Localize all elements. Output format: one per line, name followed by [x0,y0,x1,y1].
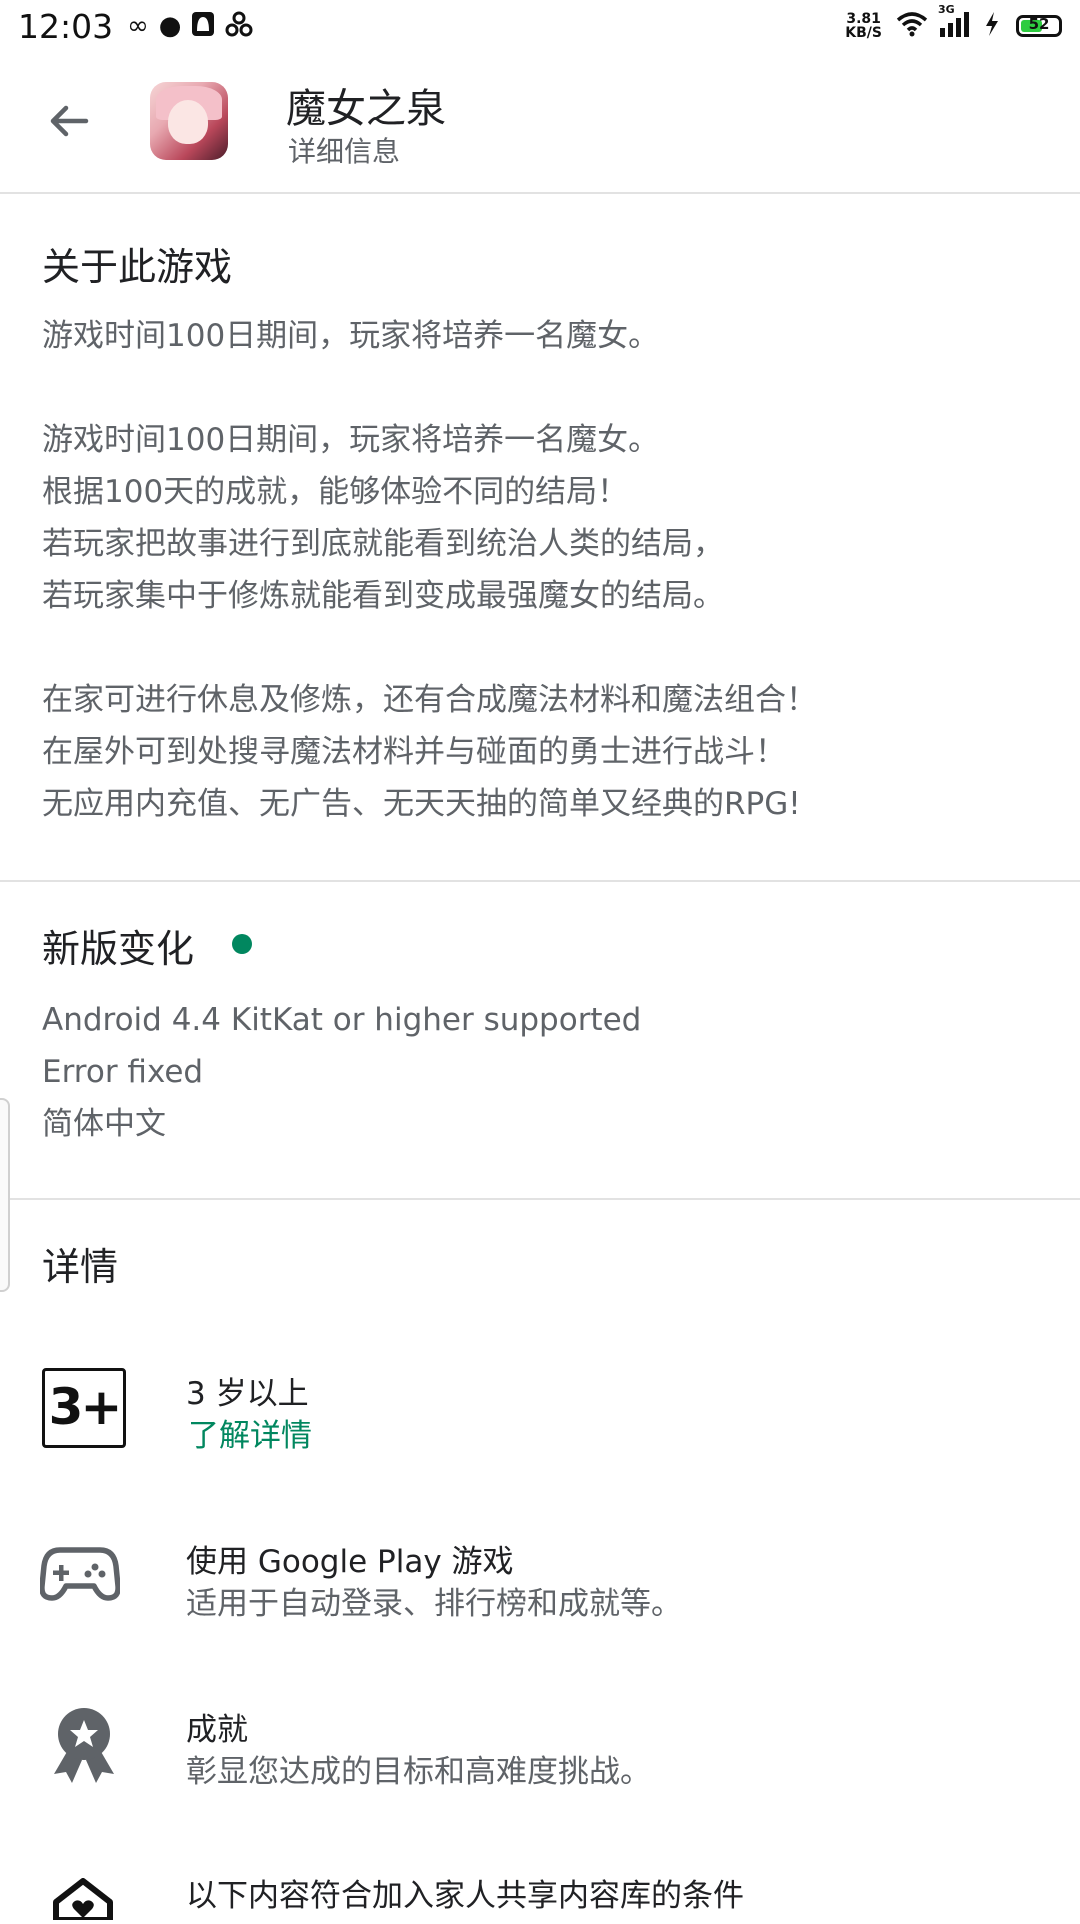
about-line: 若玩家把故事进行到底就能看到统治人类的结局， [42,526,724,562]
about-line [42,622,817,674]
ghost-icon [191,11,215,42]
achievements-title: 成就 [186,1712,248,1748]
divider [0,1198,1080,1200]
app-icon-face [168,100,208,144]
family-house-icon [52,1878,114,1924]
whats-new-line: Error fixed [42,1054,204,1090]
side-drawer-handle[interactable] [0,1098,10,1292]
new-indicator-dot [232,934,252,954]
charging-icon [984,11,1000,42]
about-description: 游戏时间100日期间，玩家将培养一名魔女。 游戏时间100日期间，玩家将培养一名… [42,310,817,830]
net-speed: 3.81 KB/S [845,12,882,40]
about-line: 游戏时间100日期间，玩家将培养一名魔女。 [42,422,660,458]
about-line: 无应用内充值、无广告、无天天抽的简单又经典的RPG! [42,786,801,822]
whats-new-text: Android 4.4 KitKat or higher supported E… [42,994,641,1150]
app-icon [150,82,228,160]
back-arrow-icon[interactable] [44,96,94,146]
game-controller-icon [39,1540,121,1608]
play-games-title: 使用 Google Play 游戏 [186,1544,514,1580]
content-rating-label: 3 岁以上 [186,1376,309,1412]
about-line: 在屋外可到处搜寻魔法材料并与碰面的勇士进行战斗！ [42,734,786,770]
status-time: 12:03 [18,6,114,46]
content-rating-badge: 3+ [42,1368,126,1448]
net-speed-value: 3.81 [846,11,881,27]
infinity-icon: ∞ [127,11,149,41]
play-games-subtitle: 适用于自动登录、排行榜和成就等。 [186,1586,682,1622]
about-title: 关于此游戏 [42,245,233,289]
app-subtitle: 详细信息 [288,135,401,168]
divider [0,880,1080,882]
status-right: 3.81 KB/S 3G 52 [845,4,1062,43]
signal-icon: 3G [938,4,974,43]
family-library-title: 以下内容符合加入家人共享内容库的条件 [186,1878,744,1914]
achievement-badge-icon [50,1706,118,1788]
about-line: 游戏时间100日期间，玩家将培养一名魔女。 [42,318,660,354]
about-line [42,362,817,414]
whats-new-line: Android 4.4 KitKat or higher supported [42,1002,642,1038]
whats-new-line: 简体中文 [42,1106,166,1142]
about-line: 若玩家集中于修炼就能看到变成最强魔女的结局。 [42,578,724,614]
details-title: 详情 [42,1245,119,1289]
wifi-icon [896,11,928,42]
about-line: 根据100天的成就，能够体验不同的结局！ [42,474,629,510]
shuffle-icon [225,11,253,42]
app-bar: 魔女之泉 详细信息 [0,52,1080,194]
battery-level: 52 [1028,15,1050,33]
learn-more-link[interactable]: 了解详情 [188,1410,312,1455]
app-title: 魔女之泉 [286,86,446,132]
network-type: 3G [938,2,955,16]
about-line: 在家可进行休息及修炼，还有合成魔法材料和魔法组合！ [42,682,817,718]
dot-icon: ● [158,11,182,41]
whats-new-title: 新版变化 [42,927,195,971]
battery-icon: 52 [1016,15,1062,37]
status-left: 12:03 ∞ ● [18,7,263,46]
achievements-subtitle: 彰显您达成的目标和高难度挑战。 [186,1754,651,1790]
status-bar: 12:03 ∞ ● 3.81 KB/S 3G 52 [0,0,1080,52]
net-speed-unit: KB/S [845,25,882,41]
